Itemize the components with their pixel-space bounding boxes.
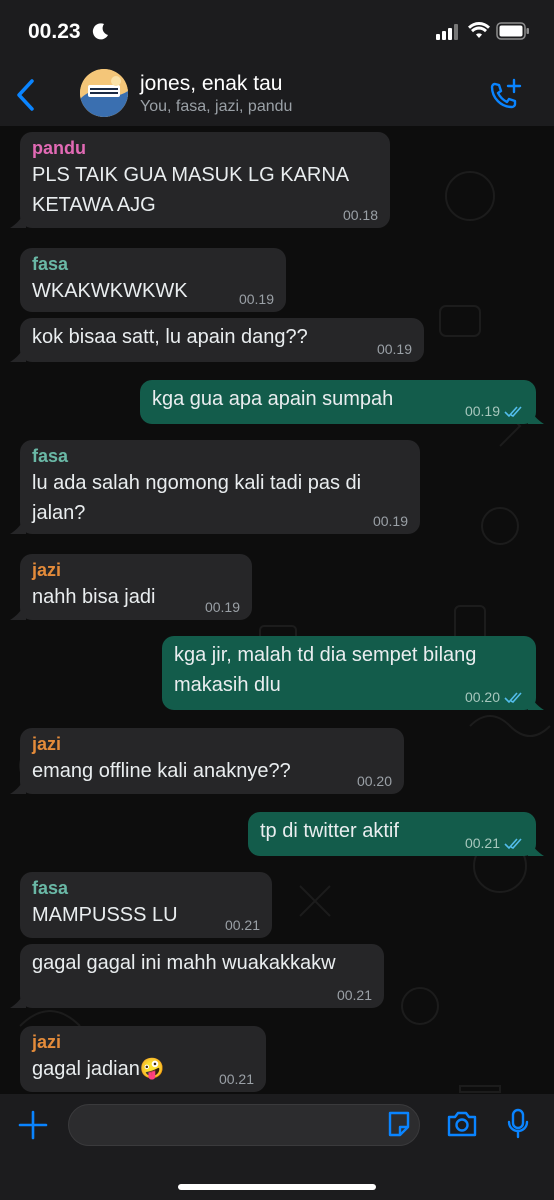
- message-bubble-incoming[interactable]: gagal gagal ini mahh wuakakkakw 00.21: [20, 944, 384, 1008]
- message-text: WKAKWKWKWK: [32, 280, 188, 302]
- message-bubble-outgoing[interactable]: kga jir, malah td dia sempet bilang maka…: [162, 636, 536, 710]
- mic-icon[interactable]: [506, 1108, 530, 1140]
- sticker-icon[interactable]: [386, 1110, 412, 1138]
- sender-name: jazi: [32, 734, 62, 754]
- moon-icon: [92, 23, 108, 40]
- bubble-tail: [528, 406, 544, 424]
- message-input[interactable]: [68, 1104, 420, 1146]
- message-bubble-incoming[interactable]: fasa WKAKWKWKWK 00.19: [20, 248, 286, 312]
- add-call-icon[interactable]: [488, 78, 524, 112]
- signal-icon: [436, 24, 458, 40]
- sender-name: fasa: [32, 446, 69, 466]
- bubble-tail: [10, 602, 26, 620]
- message-time: 00.21: [464, 835, 500, 851]
- message-bubble-incoming[interactable]: kok bisaa satt, lu apain dang?? 00.19: [20, 318, 424, 362]
- message-bubble-incoming[interactable]: pandu PLS TAIK GUA MASUK LG KARNA KETAWA…: [20, 132, 390, 228]
- bubble-tail: [528, 838, 544, 856]
- group-avatar[interactable]: [80, 69, 128, 117]
- bubble-tail: [528, 692, 544, 710]
- message-time: 00.21: [218, 1071, 254, 1087]
- message-bubble-incoming[interactable]: jazi emang offline kali anaknye?? 00.20: [20, 728, 404, 794]
- bubble-tail: [10, 344, 26, 362]
- sender-name: pandu: [32, 138, 86, 158]
- wifi-icon: [468, 22, 490, 38]
- chat-participants[interactable]: You, fasa, jazi, pandu: [140, 98, 292, 116]
- sender-name: jazi: [32, 1032, 62, 1052]
- message-bubble-incoming[interactable]: fasa MAMPUSSS LU 00.21: [20, 872, 272, 938]
- bubble-tail: [10, 990, 26, 1008]
- message-text-body: gagal jadian: [32, 1058, 140, 1080]
- read-ticks-icon: [504, 692, 522, 704]
- message-time: 00.21: [224, 917, 260, 933]
- message-time: 00.19: [372, 513, 408, 529]
- bubble-tail: [10, 516, 26, 534]
- group-avatar-image: [80, 69, 128, 117]
- message-bubble-incoming[interactable]: jazi nahh bisa jadi 00.19: [20, 554, 252, 620]
- camera-icon[interactable]: [446, 1110, 478, 1138]
- message-time: 00.20: [464, 689, 500, 705]
- message-text: kok bisaa satt, lu apain dang??: [32, 326, 308, 348]
- status-time: 00.23: [28, 20, 81, 43]
- home-indicator: [178, 1184, 376, 1190]
- sender-name: jazi: [32, 560, 62, 580]
- bubble-tail: [10, 210, 26, 228]
- bubble-tail: [10, 776, 26, 794]
- message-time: 00.18: [342, 207, 378, 223]
- chat-area[interactable]: pandu PLS TAIK GUA MASUK LG KARNA KETAWA…: [0, 126, 554, 1094]
- message-bubble-incoming[interactable]: fasa lu ada salah ngomong kali tadi pas …: [20, 440, 420, 534]
- message-time: 00.19: [376, 341, 412, 357]
- crazy-face-emoji: 🤪: [139, 1058, 165, 1080]
- chat-header: jones, enak tau You, fasa, jazi, pandu: [0, 64, 554, 126]
- read-ticks-icon: [504, 406, 522, 418]
- back-chevron-icon[interactable]: [14, 78, 38, 112]
- message-bubble-outgoing[interactable]: kga gua apa apain sumpah 00.19: [140, 380, 536, 424]
- message-time: 00.20: [356, 773, 392, 789]
- chat-title[interactable]: jones, enak tau: [140, 72, 282, 96]
- plus-icon[interactable]: [18, 1110, 48, 1140]
- message-text: gagal gagal ini mahh wuakakkakw: [32, 952, 336, 974]
- message-text: lu ada salah ngomong kali tadi pas di ja…: [32, 472, 362, 524]
- sender-name: fasa: [32, 878, 69, 898]
- message-time: 00.21: [336, 987, 372, 1003]
- message-time: 00.19: [204, 599, 240, 615]
- message-time: 00.19: [464, 403, 500, 419]
- battery-icon: [496, 22, 529, 40]
- message-time: 00.19: [238, 291, 274, 307]
- message-text: emang offline kali anaknye??: [32, 760, 291, 782]
- message-text: PLS TAIK GUA MASUK LG KARNA KETAWA AJG: [32, 164, 349, 216]
- status-bar: 00.23: [0, 0, 554, 64]
- read-ticks-icon: [504, 838, 522, 850]
- message-bubble-outgoing[interactable]: tp di twitter aktif 00.21: [248, 812, 536, 856]
- message-bubble-incoming[interactable]: jazi gagal jadian🤪 00.21: [20, 1026, 266, 1092]
- sender-name: fasa: [32, 254, 69, 274]
